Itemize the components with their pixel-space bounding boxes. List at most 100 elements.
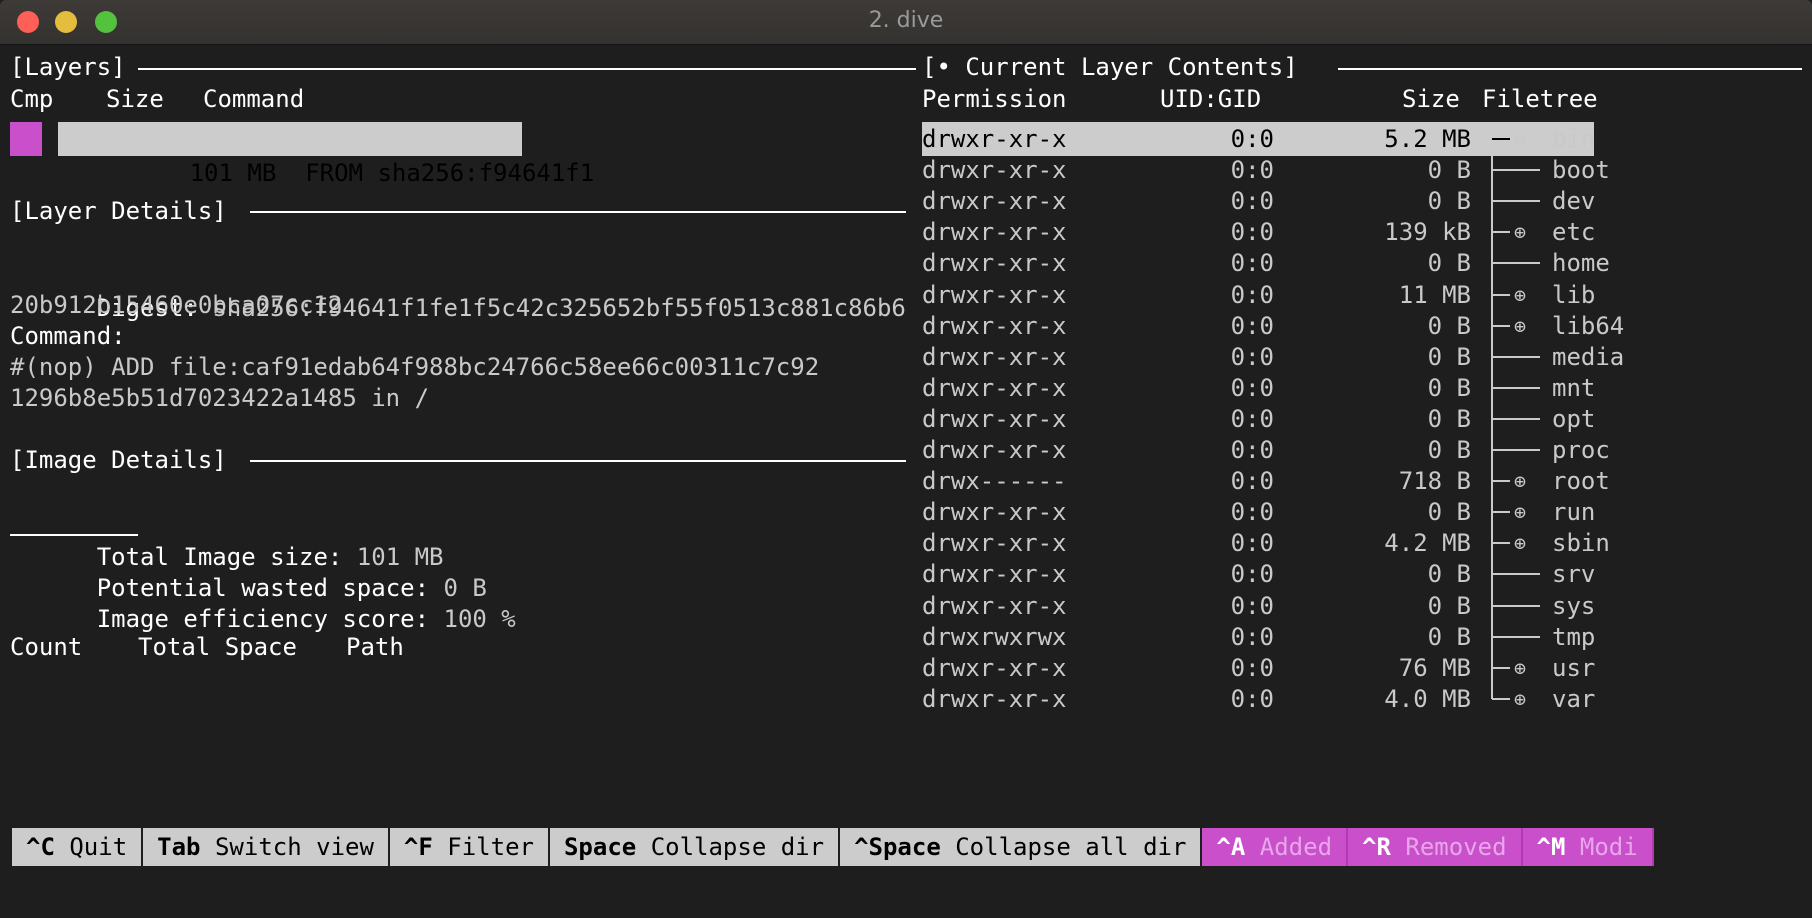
file-uid-gid: 0:0 [1230,529,1274,558]
file-size: 0 B [1427,342,1471,371]
file-name: dev [1552,187,1596,216]
keybinding-key: ^R [1362,833,1391,861]
layer-size: 101 MB [189,159,277,187]
keybinding-action: Collapse all dir [955,833,1187,861]
title-bar: 2. dive [0,0,1812,45]
file-row[interactable]: drwxr-xr-x 0:0 0 B opt [922,402,1802,436]
file-row[interactable]: drwxr-xr-x 0:0 5.2 MB ⊕ bin [922,122,1802,156]
file-uid-gid: 0:0 [1230,125,1274,153]
file-row[interactable]: drwxr-xr-x 0:0 0 B proc [922,433,1802,467]
file-permission: drwxrwxrwx [922,622,1067,651]
file-row-cells: drwxr-xr-x 0:0 139 kB [922,215,1490,249]
window-title: 2. dive [868,8,944,33]
layer-row-selected[interactable]: 101 MB FROM sha256:f94641f1 [58,122,594,187]
file-row-cells: drwx------ 0:0 718 B [922,464,1490,498]
keybinding-action: Switch view [214,833,374,861]
file-row[interactable]: drwxr-xr-x 0:0 4.2 MB ⊕ sbin [922,526,1802,560]
file-uid-gid: 0:0 [1230,373,1274,402]
tree-branch-line [1492,573,1540,576]
file-row[interactable]: drwxr-xr-x 0:0 139 kB ⊕ etc [922,215,1802,249]
file-row-cells: drwxr-xr-x 0:0 0 B [922,340,1490,374]
file-permission: drwxr-xr-x [922,280,1067,309]
file-row[interactable]: drwxr-xr-x 0:0 0 B boot [922,153,1802,187]
collapsed-dir-icon[interactable]: ⊕ [1508,495,1532,529]
inefficiency-header-total-space: Total Space [138,633,297,661]
file-row-cells: drwxr-xr-x 0:0 4.2 MB [922,526,1490,560]
file-row[interactable]: drwxr-xr-x 0:0 0 B media [922,340,1802,374]
file-permission: drwxr-xr-x [922,342,1067,371]
file-row[interactable]: drwx------ 0:0 718 B ⊕ root [922,464,1802,498]
file-row-cells: drwxr-xr-x 0:0 4.0 MB [922,682,1490,716]
file-permission: drwxr-xr-x [922,249,1067,278]
keybinding-key: Tab [157,833,201,861]
file-name: sbin [1552,529,1610,558]
file-name: run [1552,498,1596,527]
keybinding-key: ^Space [854,833,941,861]
keybinding-collapse-dir[interactable]: Space Collapse dir [549,828,841,866]
file-row[interactable]: drwxr-xr-x 0:0 0 B ⊕ lib64 [922,309,1802,343]
file-name: usr [1552,653,1596,682]
inefficiency-header-count: Count [10,633,83,661]
tree-branch-line [1492,604,1540,607]
file-size: 76 MB [1398,653,1471,682]
collapsed-dir-icon[interactable]: ⊕ [1508,464,1532,498]
file-row[interactable]: drwxr-xr-x 0:0 4.0 MB ⊕ var [922,682,1802,716]
keybinding-action: Modi [1579,833,1638,861]
keybinding-modi[interactable]: ^M Modi [1522,828,1654,866]
keybinding-key: ^C [26,833,55,861]
file-name: sys [1552,591,1596,620]
file-uid-gid: 0:0 [1230,404,1274,433]
file-size: 0 B [1427,404,1471,433]
file-row[interactable]: drwxr-xr-x 0:0 0 B dev [922,184,1802,218]
keybinding-added[interactable]: ^A Added [1202,828,1349,866]
command-value-cont: 1296b8e5b51d7023422a1485 in / [10,384,430,412]
file-row[interactable]: drwxr-xr-x 0:0 11 MB ⊕ lib [922,278,1802,312]
contents-header-uid-gid: UID:GID [1160,85,1262,113]
file-size: 0 B [1427,187,1471,216]
file-row-cells: drwxr-xr-x 0:0 0 B [922,402,1490,436]
file-row-cells: drwxr-xr-x 0:0 76 MB [922,651,1490,685]
file-row-cells: drwxr-xr-x 0:0 0 B [922,371,1490,405]
keybinding-removed[interactable]: ^R Removed [1348,828,1523,866]
collapsed-dir-icon[interactable]: ⊕ [1508,309,1532,343]
total-size-row: Total Image size: 101 MB [10,506,444,571]
collapsed-dir-icon[interactable]: ⊕ [1508,122,1532,156]
file-name: srv [1552,560,1596,589]
file-permission: drwxr-xr-x [922,218,1067,247]
file-size: 5.2 MB [1384,125,1471,153]
file-size: 139 kB [1384,218,1471,247]
file-row[interactable]: drwxrwxrwx 0:0 0 B tmp [922,620,1802,654]
file-row[interactable]: drwxr-xr-x 0:0 0 B home [922,246,1802,280]
file-row-cells: drwxr-xr-x 0:0 0 B [922,495,1490,529]
contents-title-rule [1338,68,1802,70]
keybinding-switch-view[interactable]: Tab Switch view [143,828,390,866]
keybinding-key: ^M [1536,833,1566,861]
file-row[interactable]: drwxr-xr-x 0:0 0 B sys [922,589,1802,623]
keybinding-bar: ^C Quit Tab Switch view ^F Filter Space Col… [12,828,1654,866]
keybinding-collapse-all-dir[interactable]: ^Space Collapse all dir [840,828,1203,866]
layers-header-size: Size [106,85,164,113]
dive-terminal[interactable]: [Layers] Cmp Size Command 101 MB FROM sh… [0,44,1812,918]
file-size: 0 B [1427,156,1471,185]
keybinding-quit[interactable]: ^C Quit [12,828,144,866]
file-row[interactable]: drwxr-xr-x 0:0 76 MB ⊕ usr [922,651,1802,685]
file-row[interactable]: drwxr-xr-x 0:0 0 B ⊕ run [922,495,1802,529]
file-size: 11 MB [1398,280,1471,309]
collapsed-dir-icon[interactable]: ⊕ [1508,651,1532,685]
file-name: media [1552,342,1625,371]
file-name: boot [1552,156,1610,185]
file-row[interactable]: drwxr-xr-x 0:0 0 B mnt [922,371,1802,405]
command-label: Command: [10,322,126,350]
collapsed-dir-icon[interactable]: ⊕ [1508,526,1532,560]
collapsed-dir-icon[interactable]: ⊕ [1508,215,1532,249]
file-uid-gid: 0:0 [1230,156,1274,185]
contents-header-filetree: Filetree [1482,85,1598,113]
file-uid-gid: 0:0 [1230,684,1274,713]
collapsed-dir-icon[interactable]: ⊕ [1508,278,1532,312]
file-name: root [1552,467,1610,496]
file-row-cells: drwxrwxrwx 0:0 0 B [922,620,1490,654]
collapsed-dir-icon[interactable]: ⊕ [1508,682,1532,716]
keybinding-filter[interactable]: ^F Filter [389,828,550,866]
keybinding-action: Added [1259,833,1333,861]
file-row[interactable]: drwxr-xr-x 0:0 0 B srv [922,557,1802,591]
